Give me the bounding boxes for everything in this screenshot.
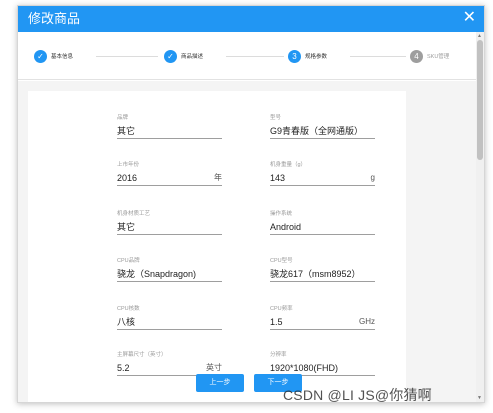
step-specs[interactable]: 3 规格参数 [288,49,327,63]
step-label: SKU管理 [427,54,450,60]
resolution-field[interactable]: 分辨率 1920*1080(FHD) [270,351,375,376]
step-description[interactable]: ✓ 商品描述 [164,49,203,63]
check-icon: ✓ [164,49,177,63]
cpu-frequency-field[interactable]: CPU频率 1.5 GHz [270,305,375,330]
prev-step-button[interactable]: 上一步 [196,374,244,392]
step-connector [350,56,406,57]
body-material-field[interactable]: 机身材质工艺 其它 [117,210,222,235]
os-field[interactable]: 操作系统 Android [270,210,375,235]
weight-field[interactable]: 机身重量（g） 143 g [270,161,375,186]
spec-form: 品牌 其它 型号 G9青春版（全网通版） 上市年份 2016 年 机身重量（g） … [28,91,406,402]
watermark: CSDN @LI JS@你猜啊 [283,387,432,403]
cpu-model-field[interactable]: CPU型号 骁龙617（msm8952） [270,257,375,282]
step-label: 商品描述 [181,54,204,60]
release-year-field[interactable]: 上市年份 2016 年 [117,161,222,186]
brand-field[interactable]: 品牌 其它 [117,114,222,139]
step-basic-info[interactable]: ✓ 基本信息 [34,49,73,63]
step-number-4: 4 [410,49,423,63]
scroll-down-icon[interactable]: ▼ [477,395,482,401]
screen-size-field[interactable]: 主屏幕尺寸（英寸） 5.2 英寸 [117,351,222,376]
step-number-3: 3 [288,49,301,63]
dialog-body: 品牌 其它 型号 G9青春版（全网通版） 上市年份 2016 年 机身重量（g） … [18,81,476,402]
scrollbar-thumb[interactable] [477,40,483,160]
step-sku[interactable]: 4 SKU管理 [410,49,449,63]
stepper: ✓ 基本信息 ✓ 商品描述 3 规格参数 4 SKU管理 [18,32,476,80]
cpu-brand-field[interactable]: CPU品牌 骁龙（Snapdragon) [117,257,222,282]
dialog-titlebar: 修改商品 ✕ [18,6,484,32]
model-field[interactable]: 型号 G9青春版（全网通版） [270,114,375,139]
step-connector [96,56,158,57]
step-label: 基本信息 [51,54,74,60]
edit-product-dialog: 修改商品 ✕ ✓ 基本信息 ✓ 商品描述 3 规格参数 4 SKU管理 品牌 其… [17,5,485,403]
scroll-up-icon[interactable]: ▲ [477,33,482,39]
check-icon: ✓ [34,49,47,63]
close-icon[interactable]: ✕ [463,9,476,27]
scrollbar[interactable]: ▲ ▼ [476,32,484,402]
cpu-cores-field[interactable]: CPU核数 八核 [117,305,222,330]
step-connector [226,56,284,57]
step-label: 规格参数 [305,54,328,60]
dialog-title: 修改商品 [28,11,81,26]
